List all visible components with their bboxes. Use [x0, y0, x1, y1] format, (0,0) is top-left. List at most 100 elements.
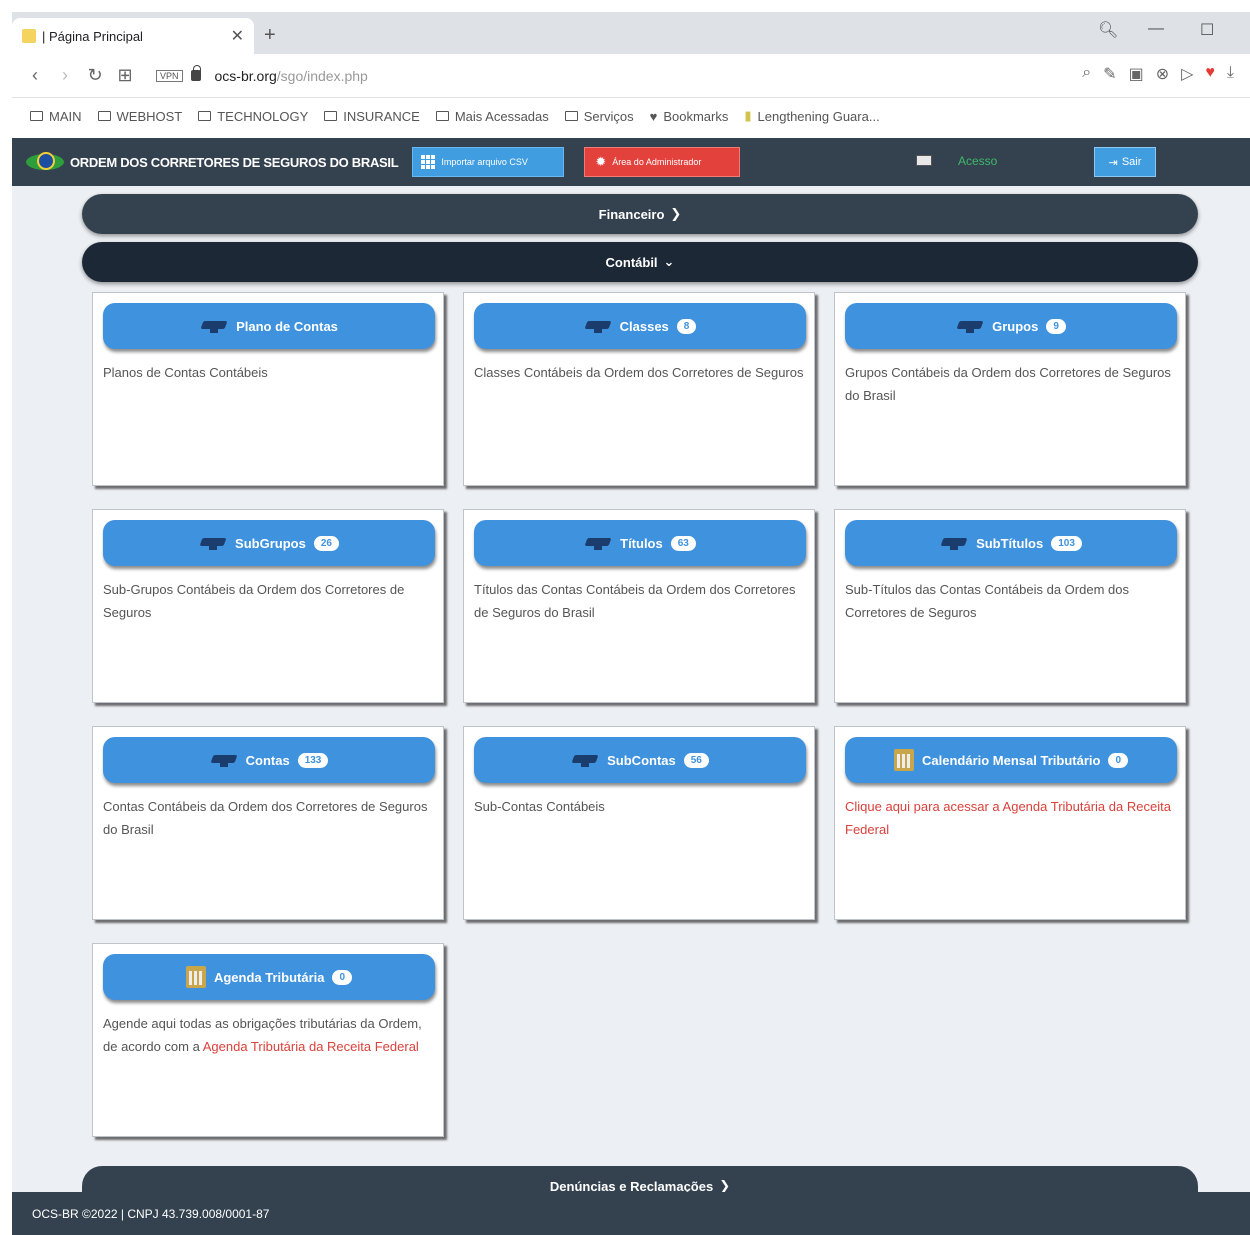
- count-badge: 0: [1108, 752, 1128, 768]
- new-tab-button[interactable]: +: [264, 24, 276, 47]
- import-csv-button[interactable]: Importar arquivo CSV: [412, 147, 565, 177]
- gear-icon: ✹: [595, 154, 607, 169]
- search-tabs-icon[interactable]: 🔍︎: [1098, 20, 1118, 40]
- card-description: Classes Contábeis da Ordem dos Corretore…: [474, 365, 804, 380]
- edit-icon[interactable]: ✎: [1103, 64, 1116, 84]
- reload-icon[interactable]: ↻: [80, 65, 110, 86]
- vpn-badge[interactable]: VPN: [156, 69, 183, 82]
- card-grupos: Grupos 9 Grupos Contábeis da Ordem dos C…: [834, 292, 1186, 486]
- count-badge: 9: [1046, 318, 1066, 334]
- card-titulos: Títulos 63 Títulos das Contas Contábeis …: [463, 509, 815, 703]
- graduation-cap-icon: [584, 536, 612, 550]
- bookmark-webhost[interactable]: WEBHOST: [97, 109, 182, 124]
- card-button[interactable]: Contas 133: [103, 737, 435, 783]
- building-icon: [185, 966, 206, 988]
- address-actions: ⌕ ✎ ▣ ⊗ ▷ ♥ ⤓: [1082, 64, 1234, 84]
- browser-tab[interactable]: | Página Principal ✕: [12, 18, 254, 54]
- folder-icon: [97, 111, 111, 121]
- bookmark-insurance[interactable]: INSURANCE: [324, 109, 420, 124]
- card-description: Sub-Grupos Contábeis da Ordem dos Corret…: [103, 582, 405, 620]
- card-description: Contas Contábeis da Ordem dos Corretores…: [103, 799, 428, 837]
- folder-icon: [435, 111, 449, 121]
- ocs-logo-icon[interactable]: [26, 151, 64, 173]
- speed-dial-icon[interactable]: ⊞: [110, 65, 140, 86]
- count-badge: 8: [676, 318, 697, 334]
- bookmark-lengthening[interactable]: ▮ Lengthening Guara...: [744, 108, 879, 124]
- address-bar: ‹ › ↻ ⊞ VPN ocs-br.org/sgo/index.php ⌕ ✎…: [12, 54, 1250, 98]
- send-icon[interactable]: ▷: [1181, 64, 1193, 84]
- card-description: Sub-Títulos das Contas Contábeis da Orde…: [845, 582, 1129, 620]
- folder-icon: [198, 111, 212, 121]
- card-button[interactable]: Grupos 9: [845, 303, 1177, 349]
- card-button[interactable]: SubContas 56: [474, 737, 806, 783]
- brand-name[interactable]: ORDEM DOS CORRETORES DE SEGUROS DO BRASI…: [70, 155, 399, 170]
- bookmark-mais-acessadas[interactable]: Mais Acessadas: [435, 109, 549, 124]
- admin-area-button[interactable]: ✹ Área do Administrador: [584, 147, 741, 177]
- card-button[interactable]: Calendário Mensal Tributário 0: [845, 737, 1177, 783]
- app-navbar: ORDEM DOS CORRETORES DE SEGUROS DO BRASI…: [12, 138, 1250, 186]
- graduation-cap-icon: [199, 536, 227, 550]
- card-description: Sub-Contas Contábeis: [474, 799, 605, 814]
- card-button[interactable]: Plano de Contas: [103, 303, 435, 349]
- footer-text: OCS-BR ©2022 | CNPJ 43.739.008/0001-87: [32, 1206, 270, 1221]
- folder-icon: [30, 111, 43, 121]
- card-description: Títulos das Contas Contábeis da Ordem do…: [474, 582, 796, 620]
- section-financeiro[interactable]: Financeiro ❯: [82, 194, 1198, 234]
- url-field[interactable]: ocs-br.org/sgo/index.php: [215, 68, 368, 84]
- count-badge: 63: [670, 535, 696, 551]
- graduation-cap-icon: [200, 319, 228, 333]
- page-footer: OCS-BR ©2022 | CNPJ 43.739.008/0001-87: [12, 1192, 1250, 1235]
- grid-icon: [421, 155, 436, 169]
- card-button[interactable]: Títulos 63: [474, 520, 806, 566]
- bookmark-technology[interactable]: TECHNOLOGY: [198, 109, 308, 124]
- browser-tab-strip: | Página Principal ✕ + 🔍︎ — ☐: [12, 12, 1250, 54]
- card-subtitulos: SubTítulos 103 Sub-Títulos das Contas Co…: [834, 509, 1186, 703]
- bookmark-main[interactable]: MAIN: [30, 109, 82, 124]
- back-icon[interactable]: ‹: [20, 65, 50, 86]
- count-badge: 56: [683, 752, 709, 768]
- count-badge: 103: [1051, 535, 1082, 551]
- close-tab-icon[interactable]: ✕: [231, 26, 244, 46]
- agenda-tributaria-link[interactable]: Agenda Tributária da Receita Federal: [203, 1039, 419, 1054]
- card-description: Planos de Contas Contábeis: [103, 365, 268, 380]
- card-plano-de-contas: Plano de Contas Planos de Contas Contábe…: [92, 292, 444, 486]
- maximize-icon[interactable]: ☐: [1200, 20, 1214, 40]
- adblock-icon[interactable]: ⊗: [1156, 64, 1169, 84]
- graduation-cap-icon: [956, 319, 984, 333]
- snapshot-icon[interactable]: ▣: [1129, 64, 1144, 84]
- flag-icon: [916, 155, 932, 166]
- count-badge: 0: [332, 969, 353, 985]
- card-button[interactable]: SubGrupos 26: [103, 520, 435, 566]
- download-icon[interactable]: ⤓: [1227, 64, 1234, 84]
- count-badge: 133: [297, 752, 329, 768]
- page-icon: ▮: [744, 108, 752, 123]
- bookmark-bookmarks[interactable]: ♥ Bookmarks: [650, 109, 729, 124]
- card-button[interactable]: Classes 8: [474, 303, 806, 349]
- card-contas: Contas 133 Contas Contábeis da Ordem dos…: [92, 726, 444, 920]
- access-link[interactable]: Acesso: [958, 154, 997, 168]
- bookmark-servicos[interactable]: Serviços: [564, 109, 634, 124]
- card-button[interactable]: SubTítulos 103: [845, 520, 1177, 566]
- sign-out-icon: ⇥: [1108, 156, 1118, 169]
- minimize-icon[interactable]: —: [1148, 20, 1164, 38]
- count-badge: 26: [313, 535, 339, 551]
- graduation-cap-icon: [571, 753, 599, 767]
- logout-button[interactable]: ⇥ Sair: [1094, 147, 1156, 177]
- heart-icon[interactable]: ♥: [1205, 64, 1215, 84]
- favicon-icon: [22, 29, 36, 43]
- receita-federal-link[interactable]: Clique aqui para acessar a Agenda Tribut…: [845, 795, 1177, 841]
- search-page-icon[interactable]: ⌕: [1082, 64, 1091, 84]
- folder-icon: [324, 111, 338, 121]
- chevron-down-icon: ⌄: [663, 254, 675, 269]
- card-agenda-tributaria: Agenda Tributária 0 Agende aqui todas as…: [92, 943, 444, 1137]
- graduation-cap-icon: [210, 753, 238, 767]
- card-button[interactable]: Agenda Tributária 0: [103, 954, 435, 1000]
- lock-icon[interactable]: [190, 65, 201, 81]
- graduation-cap-icon: [940, 536, 968, 550]
- building-icon: [894, 749, 914, 771]
- heart-icon: ♥: [649, 108, 658, 124]
- card-classes: Classes 8 Classes Contábeis da Ordem dos…: [463, 292, 815, 486]
- forward-icon[interactable]: ›: [50, 65, 80, 86]
- section-contabil[interactable]: Contábil ⌄: [82, 242, 1198, 282]
- graduation-cap-icon: [584, 319, 612, 333]
